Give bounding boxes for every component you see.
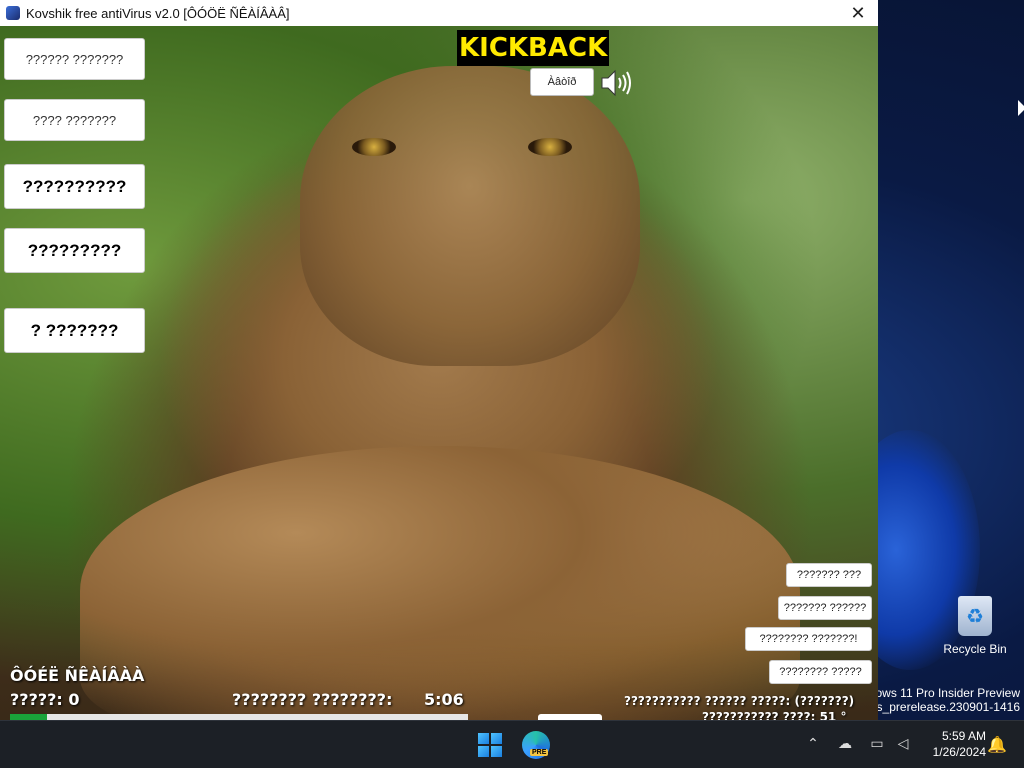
side-action-button-1[interactable]: ??????? ???: [786, 563, 872, 587]
taskbar: PRE ⌃ ☁ ▭ ◁ 5:59 AM 1/26/2024 🔔: [0, 720, 1024, 768]
title-bar[interactable]: Kovshik free antiVirus v2.0 [ÔÓÖË ÑÊÀÍÂÀ…: [0, 0, 878, 26]
clock-time: 5:59 AM: [941, 729, 986, 743]
main-content: KICKBACK Àâòîð ?????? ??????? ???? ?????…: [0, 26, 878, 720]
info-line-2-unit: °: [840, 710, 847, 720]
side-action-button-4[interactable]: ???????? ?????: [769, 660, 872, 684]
watermark-line-2: 7.rs_prerelease.230901-1416: [862, 700, 1020, 714]
info-line-1: ??????????? ?????? ?????: (???????): [624, 694, 855, 708]
watermark-line-1: ows 11 Pro Insider Preview: [875, 686, 1020, 700]
menu-button-3[interactable]: ??????????: [4, 164, 145, 209]
author-button[interactable]: Àâòîð: [530, 68, 594, 96]
scan-type-label: ÔÓÉË ÑÊÀÍÂÀÀ: [10, 666, 145, 685]
os-watermark: ows 11 Pro Insider Preview 7.rs_prerelea…: [863, 686, 1020, 714]
windows-start-icon[interactable]: [478, 733, 502, 757]
app-icon: [6, 6, 20, 20]
close-button[interactable]: ✕: [844, 1, 872, 25]
menu-button-1[interactable]: ?????? ???????: [4, 38, 145, 80]
system-clock[interactable]: 5:59 AM 1/26/2024: [916, 728, 986, 760]
info-line-2-label: ??????????? ????:: [702, 710, 816, 720]
speaker-icon[interactable]: [600, 68, 634, 98]
time-remaining-value: 5:06: [424, 690, 464, 709]
time-remaining-label: ???????? ????????:: [232, 690, 393, 709]
network-icon[interactable]: ☁: [836, 735, 854, 753]
notification-bell-icon[interactable]: 🔔: [987, 734, 1007, 754]
info-line-2-value: 51: [819, 710, 837, 720]
menu-button-2[interactable]: ???? ???????: [4, 99, 145, 141]
right-eye: [528, 138, 572, 156]
menu-button-4[interactable]: ?????????: [4, 228, 145, 273]
volume-icon[interactable]: ◁: [894, 735, 912, 753]
recycle-bin-icon[interactable]: [958, 596, 992, 636]
kickback-banner: KICKBACK: [457, 30, 610, 66]
display-icon[interactable]: ▭: [868, 735, 886, 753]
antivirus-window: Kovshik free antiVirus v2.0 [ÔÓÖË ÑÊÀÍÂÀ…: [0, 0, 878, 720]
recycle-bin-label: Recycle Bin: [943, 642, 1007, 656]
cursor-arrow-icon: [1018, 100, 1024, 116]
window-title: Kovshik free antiVirus v2.0 [ÔÓÖË ÑÊÀÍÂÀ…: [26, 5, 290, 21]
threats-count: ?????: 0: [10, 690, 80, 709]
side-action-button-3[interactable]: ???????? ???????!: [745, 627, 872, 651]
left-eye: [352, 138, 396, 156]
edge-browser-icon[interactable]: PRE: [522, 731, 550, 759]
tree-chest-image: [80, 446, 800, 720]
tree-face-image: [300, 66, 640, 366]
chevron-up-icon[interactable]: ⌃: [804, 735, 822, 753]
side-action-button-2[interactable]: ??????? ??????: [778, 596, 872, 620]
info-line-2: ??????????? ????: 51 °: [702, 710, 846, 720]
recycle-bin[interactable]: Recycle Bin: [942, 596, 1008, 656]
edge-pre-badge: PRE: [530, 749, 549, 756]
clock-date: 1/26/2024: [932, 745, 986, 759]
menu-button-5[interactable]: ? ???????: [4, 308, 145, 353]
